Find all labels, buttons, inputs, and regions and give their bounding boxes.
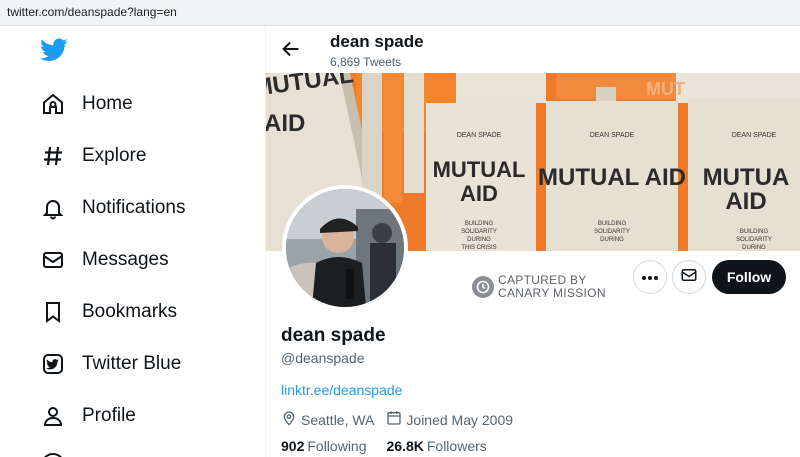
canary-mission-watermark: CAPTURED BY CANARY MISSION — [472, 274, 606, 300]
svg-text:MUT: MUT — [646, 79, 685, 99]
sidebar-item-label: Bookmarks — [82, 301, 178, 322]
svg-text:SOLIDARITY: SOLIDARITY — [736, 237, 772, 243]
svg-text:THIS CRISIS: THIS CRISIS — [461, 245, 496, 251]
svg-text:MUTUA: MUTUA — [703, 164, 790, 191]
followers-link[interactable]: 26.8K Followers — [387, 438, 487, 454]
svg-text:SOLIDARITY: SOLIDARITY — [461, 229, 497, 235]
followers-label: Followers — [426, 438, 487, 454]
svg-text:SOLIDARITY: SOLIDARITY — [594, 229, 630, 235]
svg-text:DURING: DURING — [742, 245, 766, 251]
sidebar-item-notifications[interactable]: Notifications — [38, 186, 248, 230]
sidebar-item-home[interactable]: Home — [38, 82, 248, 126]
following-count: 902 — [281, 438, 305, 454]
bell-icon — [38, 193, 68, 223]
message-button[interactable] — [672, 260, 706, 294]
profile-handle: @deanspade — [281, 350, 365, 366]
sidebar-item-messages[interactable]: Messages — [38, 238, 248, 282]
browser-url-bar[interactable]: twitter.com/deanspade?lang=en — [0, 0, 800, 26]
clock-icon — [472, 276, 494, 298]
more-options-button[interactable] — [633, 260, 667, 294]
profile-website-link[interactable]: linktr.ee/deanspade — [281, 382, 402, 398]
svg-text:AID: AID — [725, 188, 766, 215]
sidebar-item-twitter-blue[interactable]: Twitter Blue — [38, 342, 248, 386]
svg-text:AID: AID — [460, 181, 498, 206]
svg-text:BUILDING: BUILDING — [598, 221, 627, 227]
calendar-icon — [386, 410, 406, 429]
svg-text:BUILDING: BUILDING — [740, 229, 769, 235]
profile-meta: Seattle, WA Joined May 2009 — [281, 410, 525, 429]
twitter-blue-icon — [38, 349, 68, 379]
sidebar-item-label: Notifications — [82, 197, 186, 218]
location-text: Seattle, WA — [301, 411, 375, 428]
joined-text: Joined May 2009 — [406, 411, 514, 428]
sidebar-item-label: Twitter Blue — [82, 353, 182, 374]
profile-location: Seattle, WA — [281, 410, 374, 429]
avatar[interactable] — [282, 185, 408, 311]
person-icon — [38, 401, 68, 431]
more-icon[interactable] — [40, 452, 66, 457]
url-text: twitter.com/deanspade?lang=en — [7, 5, 177, 19]
location-pin-icon — [281, 410, 301, 429]
svg-text:DEAN SPADE: DEAN SPADE — [732, 132, 777, 139]
sidebar-item-explore[interactable]: Explore — [38, 134, 248, 178]
svg-text:DURING: DURING — [600, 237, 624, 243]
home-icon — [38, 89, 68, 119]
envelope-icon — [680, 266, 698, 289]
sidebar-item-label: Explore — [82, 145, 147, 166]
bookmark-icon — [38, 297, 68, 327]
svg-text:DURING: DURING — [467, 237, 491, 243]
svg-text:BUILDING: BUILDING — [465, 221, 494, 227]
sidebar-item-label: Profile — [82, 405, 136, 426]
follow-button[interactable]: Follow — [712, 260, 786, 294]
profile-header-bar: dean spade 6,869 Tweets — [266, 26, 800, 73]
hashtag-icon — [38, 141, 68, 171]
more-dots-icon — [641, 268, 659, 286]
back-arrow-icon[interactable] — [280, 38, 302, 60]
sidebar-item-bookmarks[interactable]: Bookmarks — [38, 290, 248, 334]
profile-joined: Joined May 2009 — [386, 410, 513, 429]
sidebar-item-label: Messages — [82, 249, 169, 270]
header-display-name: dean spade — [330, 32, 424, 51]
svg-text:MUTUAL: MUTUAL — [433, 157, 526, 182]
profile-main-column: dean spade 6,869 Tweets MUTUAL AID DEAN … — [266, 26, 800, 457]
banner-book-author: DEAN SPADE — [457, 132, 502, 139]
profile-follow-stats: 902 Following 26.8K Followers — [281, 438, 507, 454]
sidebar-item-label: Home — [82, 93, 133, 114]
envelope-icon — [38, 245, 68, 275]
tweet-count: 6,869 Tweets — [330, 55, 402, 69]
following-link[interactable]: 902 Following — [281, 438, 367, 454]
watermark-line-2: CANARY MISSION — [498, 286, 606, 300]
following-label: Following — [307, 438, 367, 454]
banner-book-title: MUTUAL AID — [538, 164, 686, 191]
sidebar-nav: Home Explore Notifications Messages Book… — [0, 26, 266, 457]
sidebar-item-profile[interactable]: Profile — [38, 394, 248, 438]
profile-display-name: dean spade — [281, 325, 386, 346]
svg-text:DEAN SPADE: DEAN SPADE — [590, 132, 635, 139]
followers-count: 26.8K — [386, 438, 424, 454]
twitter-bird-icon[interactable] — [40, 38, 68, 62]
svg-text:AID: AID — [266, 110, 305, 137]
